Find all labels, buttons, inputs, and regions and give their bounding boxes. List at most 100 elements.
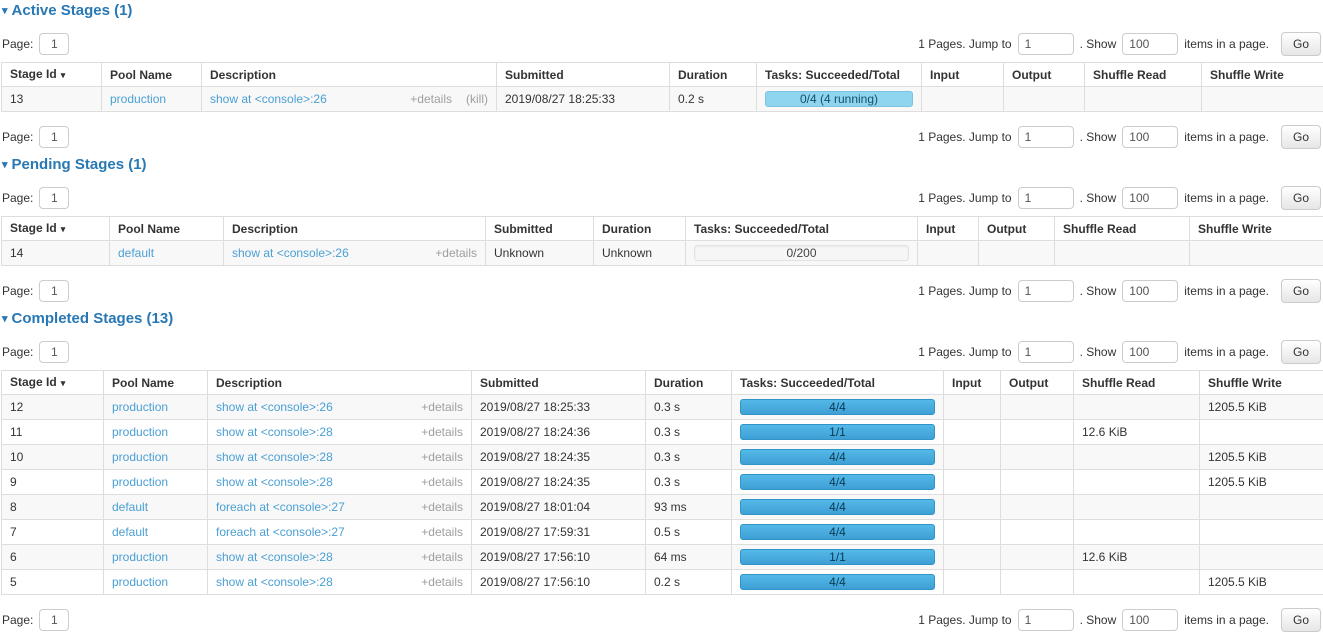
details-toggle-link[interactable]: +details [421,550,463,564]
column-header-input[interactable]: Input [944,371,1001,395]
column-header-shuffle-write[interactable]: Shuffle Write [1202,63,1323,87]
duration-cell: 0.2 s [646,570,732,595]
details-toggle-link[interactable]: +details [421,425,463,439]
table-header-row: Stage Id▾Pool NameDescriptionSubmittedDu… [2,217,1323,241]
column-header-shuffle-read[interactable]: Shuffle Read [1085,63,1202,87]
page-number-input[interactable] [39,280,69,302]
go-button[interactable]: Go [1281,125,1321,149]
pool-name-link[interactable]: production [112,400,168,414]
tasks-progress-label: 4/4 [829,475,846,489]
column-header-tasks-succeeded-total[interactable]: Tasks: Succeeded/Total [732,371,944,395]
stage-description-link[interactable]: foreach at <console>:27 [216,525,345,539]
pagination-bottom: Page: 1 Pages. Jump to . Show items in a… [2,279,1321,303]
column-header-duration[interactable]: Duration [594,217,686,241]
description-cell: show at <console>:28 +details [208,545,472,570]
stage-description-link[interactable]: foreach at <console>:27 [216,500,345,514]
column-header-tasks-succeeded-total[interactable]: Tasks: Succeeded/Total [686,217,918,241]
column-header-duration[interactable]: Duration [670,63,757,87]
show-count-input[interactable] [1122,341,1178,363]
column-header-stage-id[interactable]: Stage Id▾ [2,371,104,395]
output-cell [1001,570,1074,595]
jump-to-input[interactable] [1018,126,1074,148]
go-button[interactable]: Go [1281,32,1321,56]
details-toggle-link[interactable]: +details [421,450,463,464]
column-header-stage-id[interactable]: Stage Id▾ [2,217,110,241]
column-header-pool-name[interactable]: Pool Name [102,63,202,87]
column-header-shuffle-read[interactable]: Shuffle Read [1055,217,1190,241]
details-toggle-link[interactable]: +details [421,475,463,489]
show-count-input[interactable] [1122,187,1178,209]
tasks-progress-label: 1/1 [829,425,846,439]
column-header-description[interactable]: Description [208,371,472,395]
pool-name-link[interactable]: production [112,425,168,439]
output-cell [1001,445,1074,470]
section-title[interactable]: ▾Active Stages (1) [2,2,1322,19]
stage-description-link[interactable]: show at <console>:28 [216,450,333,464]
page-number-input[interactable] [39,609,69,631]
column-header-input[interactable]: Input [922,63,1004,87]
submitted-cell: 2019/08/27 18:24:35 [472,470,646,495]
column-header-pool-name[interactable]: Pool Name [110,217,224,241]
column-header-duration[interactable]: Duration [646,371,732,395]
pool-name-link[interactable]: production [112,550,168,564]
column-header-stage-id[interactable]: Stage Id▾ [2,63,102,87]
column-header-output[interactable]: Output [979,217,1055,241]
details-toggle-link[interactable]: +details [435,246,477,260]
show-count-input[interactable] [1122,126,1178,148]
page-number-input[interactable] [39,341,69,363]
details-toggle-link[interactable]: +details [421,575,463,589]
page-number-input[interactable] [39,33,69,55]
column-header-output[interactable]: Output [1004,63,1085,87]
column-header-tasks-succeeded-total[interactable]: Tasks: Succeeded/Total [757,63,922,87]
column-header-output[interactable]: Output [1001,371,1074,395]
column-header-submitted[interactable]: Submitted [497,63,670,87]
column-header-pool-name[interactable]: Pool Name [104,371,208,395]
pool-name-link[interactable]: default [112,525,148,539]
details-toggle-link[interactable]: +details [421,400,463,414]
stage-description-link[interactable]: show at <console>:28 [216,475,333,489]
stage-description-link[interactable]: show at <console>:26 [232,246,349,260]
stage-description-link[interactable]: show at <console>:28 [216,425,333,439]
details-toggle-link[interactable]: +details [421,525,463,539]
go-button[interactable]: Go [1281,186,1321,210]
column-header-description[interactable]: Description [202,63,497,87]
kill-stage-link[interactable]: (kill) [466,92,488,106]
column-header-submitted[interactable]: Submitted [472,371,646,395]
shuffle-write-cell: 1205.5 KiB [1200,445,1323,470]
pool-name-link[interactable]: production [112,575,168,589]
go-button[interactable]: Go [1281,608,1321,632]
show-count-input[interactable] [1122,609,1178,631]
stage-description-link[interactable]: show at <console>:26 [210,92,327,106]
section-title[interactable]: ▾Pending Stages (1) [2,156,1322,173]
jump-to-input[interactable] [1018,609,1074,631]
column-header-input[interactable]: Input [918,217,979,241]
column-header-shuffle-write[interactable]: Shuffle Write [1190,217,1323,241]
go-button[interactable]: Go [1281,340,1321,364]
jump-to-input[interactable] [1018,33,1074,55]
page-number-input[interactable] [39,126,69,148]
page-number-input[interactable] [39,187,69,209]
pool-name-link[interactable]: production [110,92,166,106]
pool-name-link[interactable]: default [112,500,148,514]
column-header-description[interactable]: Description [224,217,486,241]
stage-description-link[interactable]: show at <console>:26 [216,400,333,414]
column-header-submitted[interactable]: Submitted [486,217,594,241]
pool-name-link[interactable]: production [112,475,168,489]
jump-to-input[interactable] [1018,341,1074,363]
details-toggle-link[interactable]: +details [410,92,452,106]
stage-description-link[interactable]: show at <console>:28 [216,550,333,564]
column-header-shuffle-read[interactable]: Shuffle Read [1074,371,1200,395]
show-count-input[interactable] [1122,280,1178,302]
column-header-label: Duration [654,376,703,390]
details-toggle-link[interactable]: +details [421,500,463,514]
jump-to-input[interactable] [1018,280,1074,302]
jump-to-input[interactable] [1018,187,1074,209]
pool-name-link[interactable]: production [112,450,168,464]
column-header-shuffle-write[interactable]: Shuffle Write [1200,371,1323,395]
stage-description-link[interactable]: show at <console>:28 [216,575,333,589]
pool-name-link[interactable]: default [118,246,154,260]
go-button[interactable]: Go [1281,279,1321,303]
section-title[interactable]: ▾Completed Stages (13) [2,310,1322,327]
show-count-input[interactable] [1122,33,1178,55]
sort-descending-icon: ▾ [61,378,66,388]
